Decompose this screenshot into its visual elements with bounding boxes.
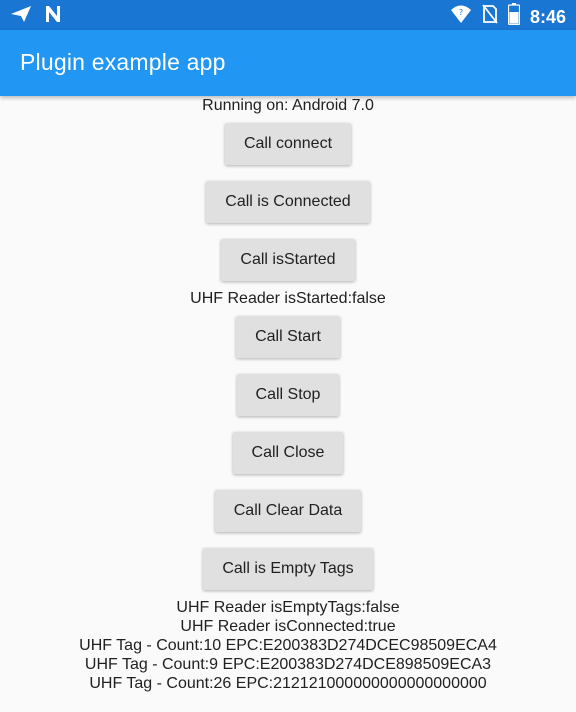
running-on-text: Running on: Android 7.0 [202, 97, 374, 114]
call-stop-button[interactable]: Call Stop [236, 374, 340, 416]
result-line: UHF Tag - Count:9 EPC:E200383D274DCE8985… [84, 656, 492, 673]
call-clear-data-button[interactable]: Call Clear Data [214, 490, 362, 532]
call-connect-button[interactable]: Call connect [224, 123, 352, 165]
call-is-started-button[interactable]: Call isStarted [221, 239, 355, 281]
call-is-empty-tags-button[interactable]: Call is Empty Tags [203, 548, 373, 590]
svg-text:?: ? [459, 8, 463, 17]
wifi-icon: ? [450, 4, 472, 29]
no-sim-icon [482, 4, 498, 29]
result-line: UHF Reader isConnected:true [180, 618, 396, 635]
navigation-arrow-icon [10, 5, 32, 28]
app-title: Plugin example app [20, 49, 226, 75]
call-start-button[interactable]: Call Start [236, 316, 340, 358]
result-line: UHF Reader isEmptyTags:false [176, 599, 400, 616]
status-time: 8:46 [529, 6, 566, 27]
result-line: UHF Tag - Count:26 EPC:21212100000000000… [89, 675, 487, 692]
is-started-status-text: UHF Reader isStarted:false [190, 290, 386, 307]
main-content: Running on: Android 7.0 Call connect Cal… [0, 96, 576, 693]
call-is-connected-button[interactable]: Call is Connected [206, 181, 370, 223]
n-logo-icon [44, 5, 62, 28]
call-close-button[interactable]: Call Close [232, 432, 344, 474]
battery-icon [507, 3, 521, 30]
result-line: UHF Tag - Count:10 EPC:E200383D274DCEC98… [79, 637, 497, 654]
app-bar: Plugin example app [0, 30, 576, 96]
status-bar: ? 8:46 [0, 0, 576, 30]
status-left-icons [10, 5, 62, 28]
status-right-icons: ? 8:46 [450, 3, 566, 30]
